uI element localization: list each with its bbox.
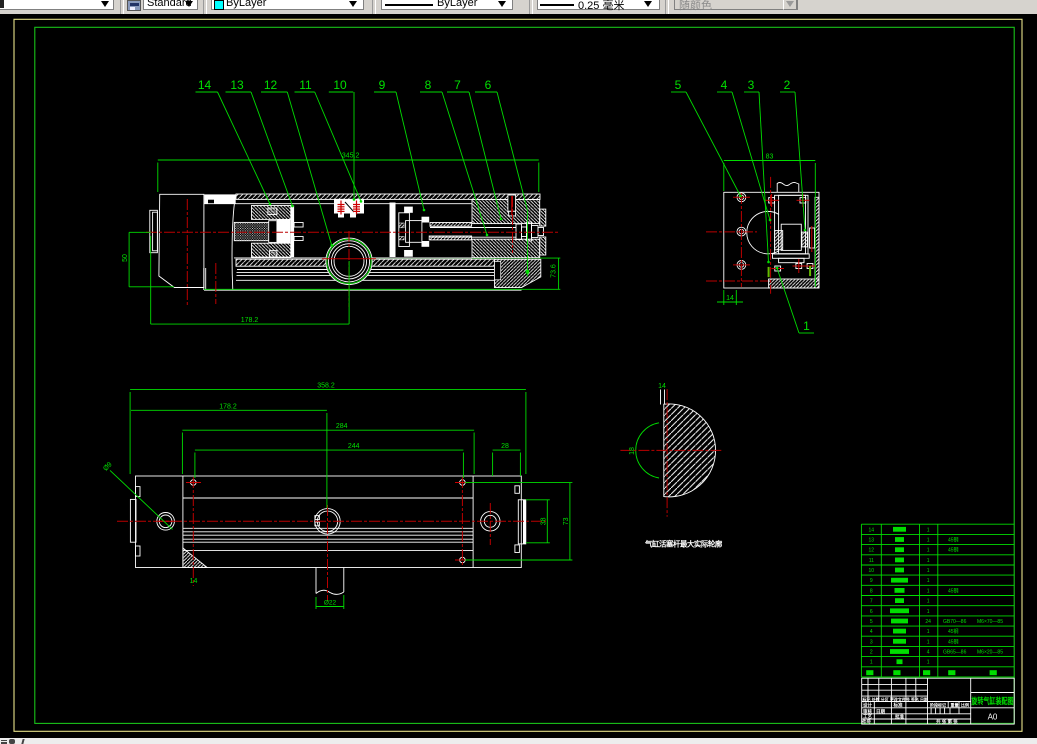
svg-text:A0: A0 <box>988 713 998 722</box>
svg-text:4: 4 <box>927 650 930 656</box>
svg-text:1: 1 <box>927 629 930 635</box>
svg-text:13: 13 <box>230 78 244 92</box>
svg-text:14: 14 <box>726 295 734 302</box>
svg-text:38: 38 <box>541 517 548 525</box>
svg-text:M6×70—85: M6×70—85 <box>977 619 1003 625</box>
svg-text:14: 14 <box>198 78 212 92</box>
svg-text:12: 12 <box>264 78 278 92</box>
svg-text:14: 14 <box>190 578 198 585</box>
svg-text:1: 1 <box>927 538 930 544</box>
svg-text:14: 14 <box>658 383 666 390</box>
svg-text:1: 1 <box>927 548 930 554</box>
svg-text:GB70—86: GB70—86 <box>943 619 967 625</box>
svg-text:24: 24 <box>925 619 931 625</box>
svg-text:3: 3 <box>870 639 873 645</box>
svg-text:批准: 批准 <box>895 713 904 720</box>
svg-text:6: 6 <box>870 609 873 615</box>
svg-text:设计: 设计 <box>863 702 872 709</box>
svg-text:45钢: 45钢 <box>948 638 959 645</box>
svg-text:4: 4 <box>721 78 728 92</box>
svg-text:358.2: 358.2 <box>317 383 335 390</box>
svg-text:1: 1 <box>870 660 873 666</box>
svg-text:1: 1 <box>927 568 930 574</box>
svg-text:50: 50 <box>122 254 129 262</box>
svg-text:178.2: 178.2 <box>241 317 259 324</box>
svg-text:83: 83 <box>766 154 774 161</box>
svg-text:178.2: 178.2 <box>219 404 237 411</box>
svg-text:重量: 重量 <box>951 702 959 708</box>
svg-text:18: 18 <box>629 447 636 455</box>
svg-text:1: 1 <box>927 660 930 666</box>
svg-text:3: 3 <box>748 78 755 92</box>
svg-text:9: 9 <box>379 78 386 92</box>
svg-text:5: 5 <box>870 619 873 625</box>
svg-text:1: 1 <box>927 599 930 605</box>
svg-text:5: 5 <box>675 78 682 92</box>
svg-text:244: 244 <box>348 443 360 450</box>
svg-text:标准: 标准 <box>893 702 903 709</box>
svg-text:284: 284 <box>336 423 348 430</box>
svg-text:2: 2 <box>870 650 873 656</box>
svg-text:共 张 第 张: 共 张 第 张 <box>936 718 958 725</box>
svg-text:件号: 件号 <box>862 718 871 725</box>
svg-text:45钢: 45钢 <box>948 587 959 594</box>
svg-text:M6×20—85: M6×20—85 <box>977 650 1003 656</box>
svg-text:73: 73 <box>563 517 570 525</box>
svg-text:345.2: 345.2 <box>342 152 360 159</box>
svg-text:6: 6 <box>485 78 492 92</box>
svg-text:7: 7 <box>454 78 461 92</box>
svg-text:7: 7 <box>870 599 873 605</box>
svg-text:8: 8 <box>870 588 873 594</box>
svg-text:1: 1 <box>803 319 810 333</box>
svg-text:1: 1 <box>927 609 930 615</box>
svg-text:气缸活塞杆最大实际轮廓: 气缸活塞杆最大实际轮廓 <box>644 540 723 549</box>
svg-text:1: 1 <box>927 639 930 645</box>
svg-text:1: 1 <box>927 527 930 533</box>
svg-text:8: 8 <box>425 78 432 92</box>
svg-text:日期: 日期 <box>876 708 885 715</box>
svg-text:28: 28 <box>501 443 509 450</box>
svg-text:73.6: 73.6 <box>551 264 558 278</box>
svg-text:9: 9 <box>870 578 873 584</box>
svg-text:10: 10 <box>869 568 875 574</box>
svg-text:13: 13 <box>869 538 875 544</box>
svg-text:Ø22: Ø22 <box>324 600 337 607</box>
svg-text:45钢: 45钢 <box>948 537 959 544</box>
svg-text:10: 10 <box>333 78 347 92</box>
svg-text:旋转气缸装配图: 旋转气缸装配图 <box>971 696 1014 706</box>
svg-text:GB65—86: GB65—86 <box>943 650 967 656</box>
svg-text:45钢: 45钢 <box>948 628 959 635</box>
svg-text:1: 1 <box>927 578 930 584</box>
svg-text:11: 11 <box>869 558 874 564</box>
svg-text:2: 2 <box>784 78 791 92</box>
svg-text:11: 11 <box>299 78 312 92</box>
svg-text:4: 4 <box>870 629 873 635</box>
svg-text:标记 处数 分区 更改文件号 签名 日期: 标记 处数 分区 更改文件号 签名 日期 <box>862 696 929 702</box>
svg-text:1: 1 <box>927 558 930 564</box>
svg-text:12: 12 <box>869 548 875 554</box>
svg-text:45钢: 45钢 <box>948 547 959 554</box>
svg-text:阶段标记: 阶段标记 <box>930 702 946 708</box>
svg-text:14: 14 <box>869 527 875 533</box>
svg-text:1: 1 <box>927 588 930 594</box>
svg-text:比例: 比例 <box>961 702 969 708</box>
